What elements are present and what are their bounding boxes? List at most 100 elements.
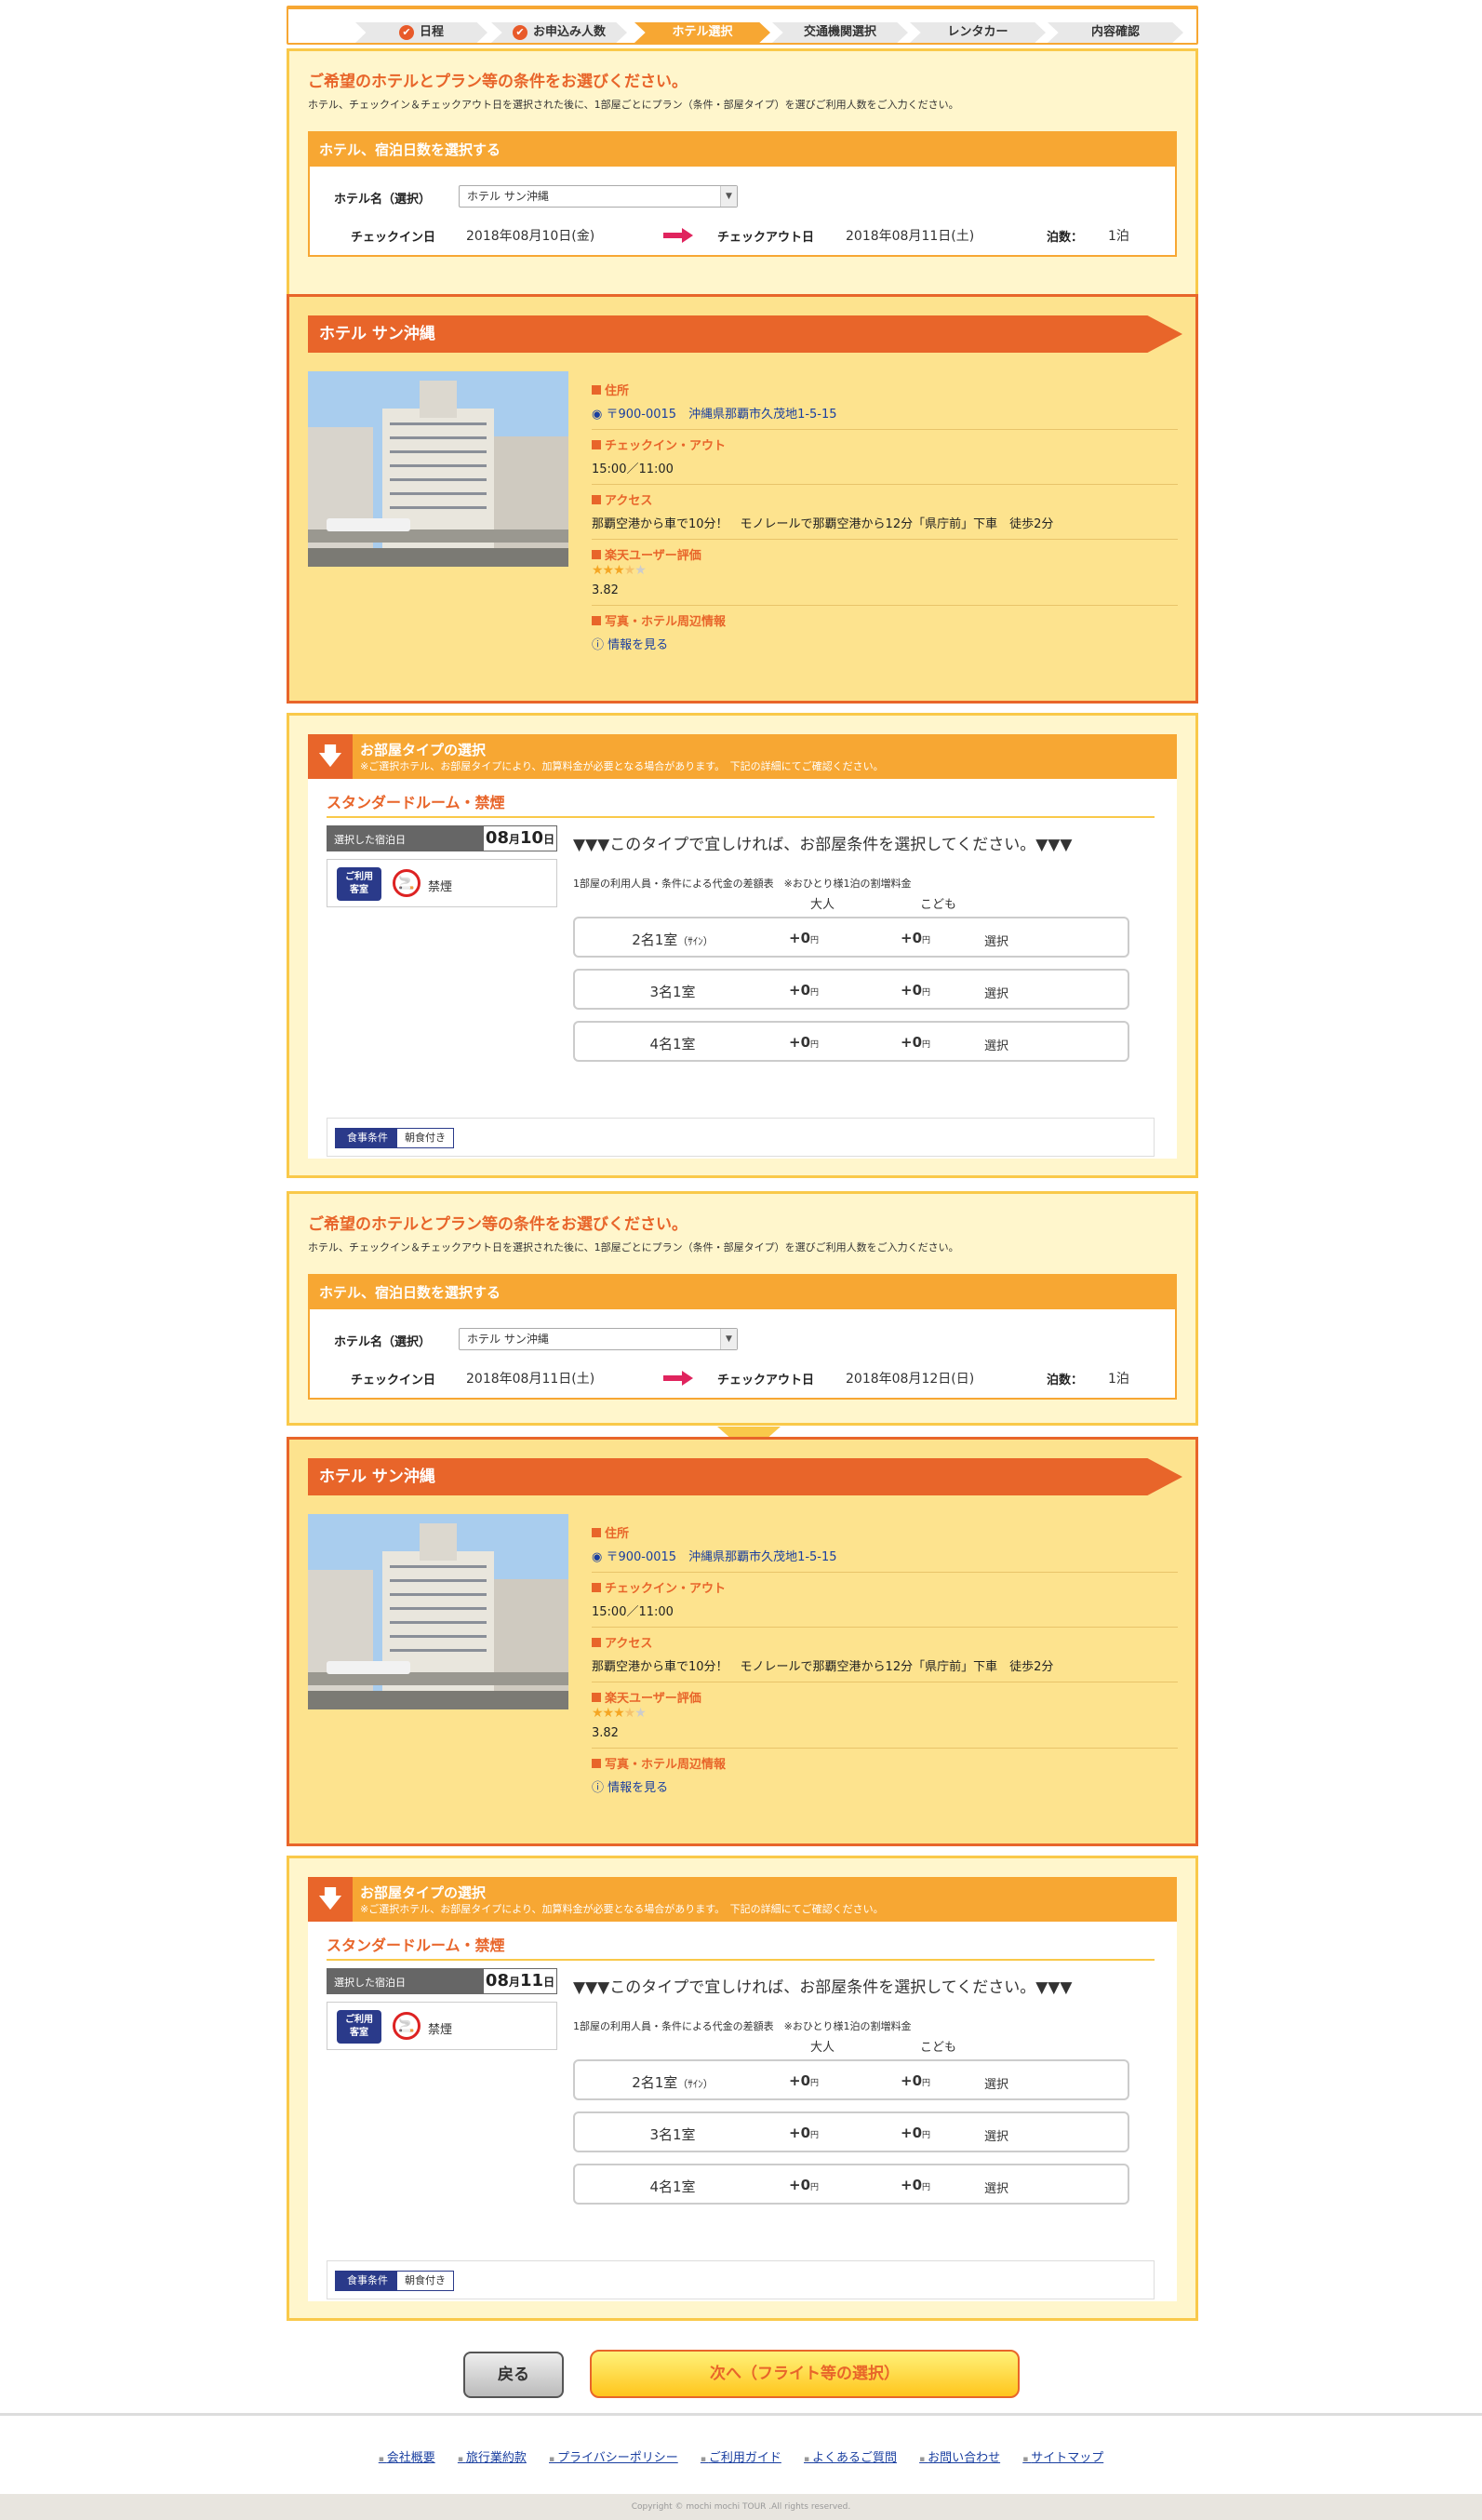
box-header: ホテル、宿泊日数を選択する xyxy=(310,1276,1175,1309)
occupancy-label: 2名1室 xyxy=(632,932,678,948)
rating-value: 3.82 xyxy=(592,1726,619,1740)
yen-unit: 円 xyxy=(810,988,820,998)
address-row: 住所 ◉ 〒900-0015 沖縄県那覇市久茂地1-5-15 xyxy=(592,375,1178,430)
select-button[interactable]: 選択 xyxy=(984,2178,1008,2196)
step-label: 日程 xyxy=(419,25,444,39)
adult-amount: +0 xyxy=(789,982,811,999)
select-button[interactable]: 選択 xyxy=(984,932,1008,949)
date-suffix: 日 xyxy=(543,833,555,846)
back-button[interactable]: 戻る xyxy=(463,2352,564,2398)
yen-unit: 円 xyxy=(922,2079,931,2088)
footer-link-terms[interactable]: 旅行業約款 xyxy=(458,2451,527,2465)
select-button[interactable]: 選択 xyxy=(984,1036,1008,1053)
date-day: 10 xyxy=(520,828,544,848)
hotel-info-panel: ホテル サン沖縄 住所 ◉ 〒900-0015 沖縄県那覇市久茂地1-5-15 チ… xyxy=(287,1437,1198,1846)
price-row[interactable]: 3名1室 +0円 +0円 選択 xyxy=(573,2111,1129,2152)
access-heading: アクセス xyxy=(592,1633,1178,1651)
adult-col-header: 大人 xyxy=(810,898,835,912)
child-amount: +0 xyxy=(901,930,923,946)
footer-link-guide[interactable]: ご利用ガイド xyxy=(701,2451,781,2465)
child-price: +0円 xyxy=(901,930,930,946)
meal-value: 朝食付き xyxy=(396,2271,454,2291)
footer-link-contact[interactable]: お問い合わせ xyxy=(919,2451,1000,2465)
adult-amount: +0 xyxy=(789,1034,811,1051)
price-note: 1部屋の利用人員・条件による代金の差額表 ※おひとり様1泊の割増料金 xyxy=(573,2020,912,2032)
hotel-details: 住所 ◉ 〒900-0015 沖縄県那覇市久茂地1-5-15 チェックイン・アウト… xyxy=(592,1518,1178,1803)
child-amount: +0 xyxy=(901,1034,923,1051)
no-smoking-icon: 🚬 xyxy=(393,2012,421,2040)
address-text: 〒900-0015 沖縄県那覇市久茂地1-5-15 xyxy=(606,1550,837,1564)
adult-price: +0円 xyxy=(789,2125,819,2141)
arrow-down-icon: 🡇 xyxy=(308,1877,353,1922)
pick-instruction: ▼▼▼このタイプで宜しければ、お部屋条件を選択してください。▼▼▼ xyxy=(573,836,1073,854)
child-amount: +0 xyxy=(901,2125,923,2141)
nights-label: 泊数： xyxy=(1047,1374,1084,1387)
address-link[interactable]: ◉ 〒900-0015 沖縄県那覇市久茂地1-5-15 xyxy=(592,404,1178,422)
date-month: 08 xyxy=(485,1971,509,1991)
step-label: 内容確認 xyxy=(1090,25,1140,39)
progress-steps: ✔ 日程 ✔ お申込み人数 ホテル選択 交通機関選択 レンタカー 内容確認 xyxy=(287,6,1198,45)
step-hotel: ホテル選択 xyxy=(634,22,770,43)
next-button[interactable]: 次へ（フライト等の選択） xyxy=(590,2350,1020,2398)
hotel-select[interactable]: ホテル サン沖縄 ▼ xyxy=(459,1328,738,1350)
pick-instruction: ▼▼▼このタイプで宜しければ、お部屋条件を選択してください。▼▼▼ xyxy=(573,1978,1073,1997)
checkout-date[interactable]: 2018年08月12日(日) xyxy=(846,1369,974,1387)
yen-unit: 円 xyxy=(810,2131,820,2140)
child-price: +0円 xyxy=(901,982,930,999)
checkin-date[interactable]: 2018年08月10日(金) xyxy=(466,226,594,245)
access-value: 那覇空港から車で10分！ モノレールで那覇空港から12分「県庁前」下車 徒歩2分 xyxy=(592,1660,1054,1674)
child-col-header: こども xyxy=(920,2041,957,2055)
adult-price: +0円 xyxy=(789,982,819,999)
yen-unit: 円 xyxy=(922,1040,931,1050)
step-confirm: 内容確認 xyxy=(1048,22,1183,43)
address-link[interactable]: ◉ 〒900-0015 沖縄県那覇市久茂地1-5-15 xyxy=(592,1547,1178,1564)
hotel-photo xyxy=(308,1514,568,1709)
info-link[interactable]: ⓘ 情報を見る xyxy=(592,1777,1178,1795)
check-icon: ✔ xyxy=(512,24,527,40)
footer-link-privacy[interactable]: プライバシーポリシー xyxy=(549,2451,678,2465)
footer-link-faq[interactable]: よくあるご質問 xyxy=(804,2451,897,2465)
yen-unit: 円 xyxy=(810,936,820,945)
chevron-down-icon: ▼ xyxy=(720,1329,737,1349)
photo-info-row: 写真・ホテル周辺情報 ⓘ 情報を見る xyxy=(592,606,1178,660)
hotel-select[interactable]: ホテル サン沖縄 ▼ xyxy=(459,185,738,208)
hotel-date-box: ホテル、宿泊日数を選択する ホテル名（選択） ホテル サン沖縄 ▼ チェックイン日… xyxy=(308,131,1177,257)
room-header-title: お部屋タイプの選択 xyxy=(360,1884,487,1901)
checkin-date[interactable]: 2018年08月11日(土) xyxy=(466,1369,594,1387)
price-row[interactable]: 3名1室 +0円 +0円 選択 xyxy=(573,969,1129,1010)
checkout-date[interactable]: 2018年08月11日(土) xyxy=(846,226,974,245)
footer: 会社概要 旅行業約款 プライバシーポリシー ご利用ガイド よくあるご質問 お問い… xyxy=(0,2413,1482,2520)
occupancy-label: 2名1室 xyxy=(632,2074,678,2091)
price-row[interactable]: 2名1室（ｻｲﾝ） +0円 +0円 選択 xyxy=(573,917,1129,958)
child-price: +0円 xyxy=(901,1034,930,1051)
step-label: 交通機関選択 xyxy=(803,25,876,39)
occupancy-label: 3名1室 xyxy=(649,984,696,1000)
inout-value: 15:00／11:00 xyxy=(592,1605,674,1619)
info-link[interactable]: ⓘ 情報を見る xyxy=(592,635,1178,652)
room-type-title: スタンダードルーム・禁煙 xyxy=(327,790,1155,818)
child-amount: +0 xyxy=(901,2177,923,2193)
select-button[interactable]: 選択 xyxy=(984,2126,1008,2144)
meal-value: 朝食付き xyxy=(396,1128,454,1148)
facility-tag-line2: 客室 xyxy=(350,885,368,895)
price-note: 1部屋の利用人員・条件による代金の差額表 ※おひとり様1泊の割増料金 xyxy=(573,878,912,890)
rating-value: 3.82 xyxy=(592,583,619,597)
address-text: 〒900-0015 沖縄県那覇市久茂地1-5-15 xyxy=(606,408,837,422)
step-label: レンタカー xyxy=(947,25,1008,39)
step-people: ✔ お申込み人数 xyxy=(491,22,627,43)
child-price: +0円 xyxy=(901,2072,930,2089)
yen-unit: 円 xyxy=(922,2183,931,2192)
select-button[interactable]: 選択 xyxy=(984,2074,1008,2092)
hotel-name-banner: ホテル サン沖縄 xyxy=(308,1458,1182,1495)
hotel-select-value: ホテル サン沖縄 xyxy=(467,190,549,203)
footer-link-sitemap[interactable]: サイトマップ xyxy=(1022,2451,1103,2465)
info-icon: ⓘ xyxy=(592,638,608,652)
select-button[interactable]: 選択 xyxy=(984,984,1008,1001)
footer-link-company[interactable]: 会社概要 xyxy=(379,2451,435,2465)
adult-price: +0円 xyxy=(789,1034,819,1051)
meal-condition: 食事条件 朝食付き xyxy=(327,2260,1155,2299)
price-row[interactable]: 4名1室 +0円 +0円 選択 xyxy=(573,2164,1129,2205)
price-row[interactable]: 2名1室（ｻｲﾝ） +0円 +0円 選択 xyxy=(573,2059,1129,2100)
hotel-name-banner: ホテル サン沖縄 xyxy=(308,315,1182,353)
price-row[interactable]: 4名1室 +0円 +0円 選択 xyxy=(573,1021,1129,1062)
